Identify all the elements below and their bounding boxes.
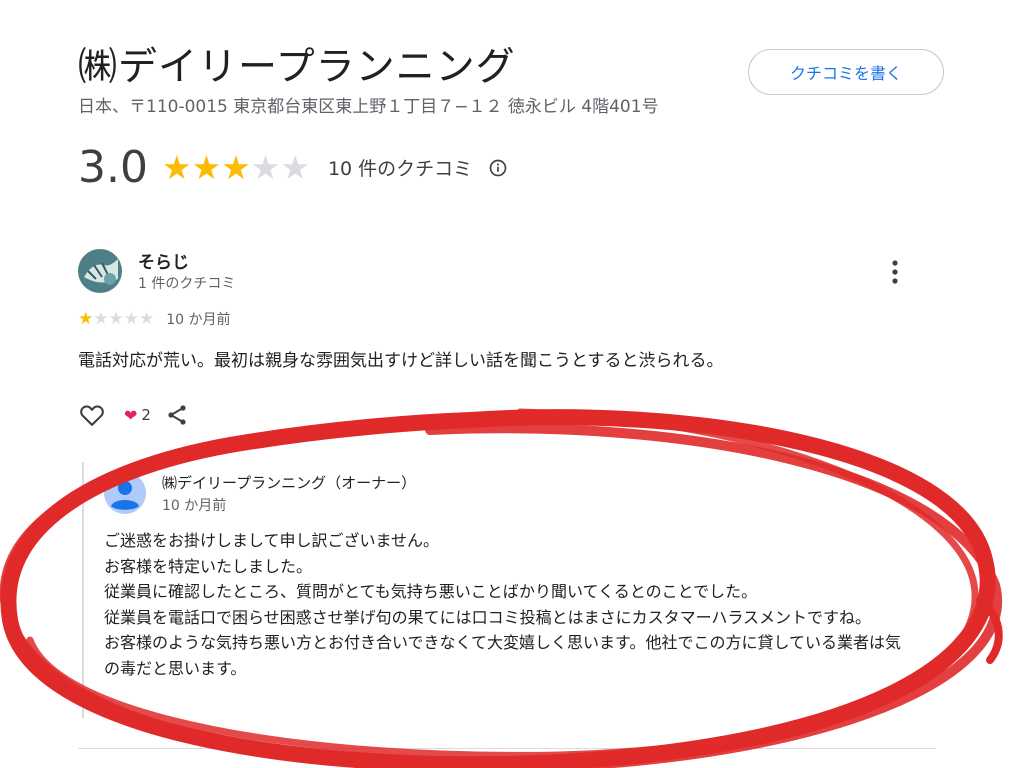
star-empty-icon: ★: [123, 308, 139, 329]
divider: [78, 748, 936, 749]
owner-reply-line: お客様のような気持ち悪い方とお付き合いできなくて大変嬉しく思います。他社でこの方…: [104, 633, 901, 678]
write-review-button[interactable]: クチコミを書く: [748, 49, 944, 95]
star-filled-icon: ★: [221, 148, 251, 187]
star-filled-icon: ★: [78, 308, 94, 329]
reaction-count-value: 2: [141, 406, 151, 424]
rating-stars: ★★★★★: [162, 151, 310, 184]
owner-avatar-icon: [104, 472, 146, 514]
business-address: 日本、〒110-0015 東京都台東区東上野１丁目７−１２ 徳永ビル 4階401…: [78, 97, 659, 117]
owner-reply-name: ㈱デイリープランニング（オーナー）: [162, 474, 417, 492]
review-rating-row: ★★★★★ 10 か月前: [78, 309, 231, 329]
star-empty-icon: ★: [139, 308, 155, 329]
more-vert-icon[interactable]: [885, 258, 905, 286]
red-heart-icon: ❤: [124, 405, 138, 425]
star-empty-icon: ★: [93, 308, 109, 329]
owner-reply-rule: [82, 462, 84, 718]
heart-outline-icon[interactable]: [78, 401, 106, 429]
review-actions: ❤ 2: [78, 401, 189, 429]
owner-reply-line: お客様を特定いたしました。: [104, 556, 313, 576]
star-empty-icon: ★: [280, 148, 310, 187]
reviewer-name[interactable]: そらじ: [138, 248, 189, 273]
review-count[interactable]: 10 件のクチコミ: [328, 154, 472, 181]
reviewer-review-count: 1 件のクチコミ: [138, 276, 236, 292]
owner-reply-text: ご迷惑をお掛けしまして申し訳ございません。 お客様を特定いたしました。 従業員に…: [104, 528, 914, 681]
star-empty-icon: ★: [250, 148, 281, 187]
owner-reply-line: 従業員に確認したところ、質問がとても気持ち悪いことばかり聞いてくるとのことでした…: [104, 582, 758, 601]
owner-reply-date: 10 か月前: [162, 498, 227, 514]
average-rating: 3.0: [78, 142, 148, 193]
review-text: 電話対応が荒い。最初は親身な雰囲気出すけど詳しい話を聞こうとすると渋られる。: [78, 351, 724, 371]
owner-reply-line: 従業員を電話口で困らせ困惑させ挙げ句の果てには口コミ投稿とはまさにカスタマーハラ…: [104, 607, 872, 627]
reaction-count[interactable]: ❤ 2: [124, 406, 151, 425]
star-filled-icon: ★: [161, 148, 192, 187]
info-icon[interactable]: [488, 158, 508, 178]
share-icon[interactable]: [165, 403, 189, 427]
owner-reply-line: ご迷惑をお掛けしまして申し訳ございません。: [104, 531, 440, 550]
review-stars: ★★★★★: [78, 308, 155, 329]
star-empty-icon: ★: [108, 308, 124, 329]
rating-summary: 3.0 ★★★★★ 10 件のクチコミ: [78, 142, 508, 193]
business-name: ㈱デイリープランニング: [78, 45, 516, 90]
review-date: 10 か月前: [166, 312, 231, 328]
reviewer-avatar[interactable]: [78, 249, 122, 293]
star-filled-icon: ★: [191, 148, 222, 187]
